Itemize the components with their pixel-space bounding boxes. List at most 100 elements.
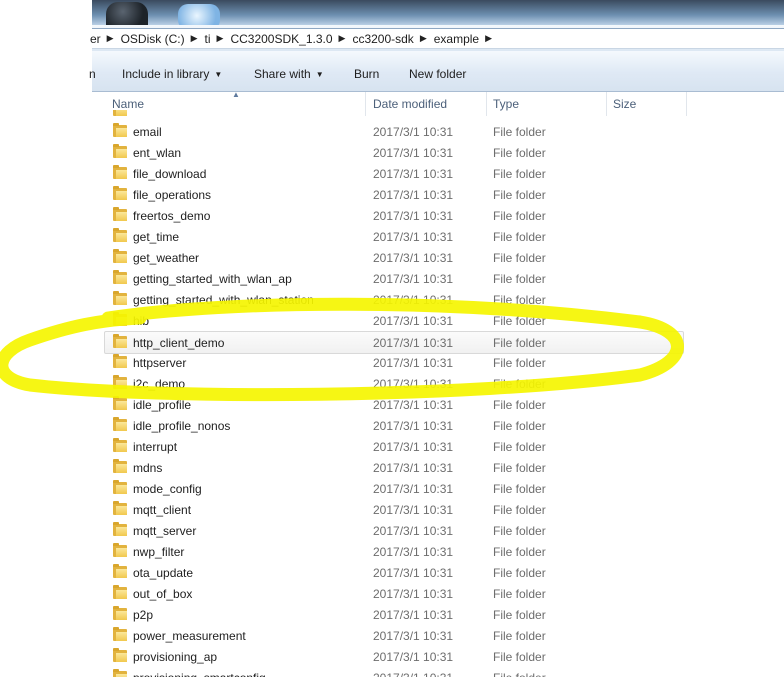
- list-item-date: 2017/3/1 10:31: [373, 167, 454, 181]
- list-item[interactable]: nwp_filter 2017/3/1 10:31 File folder: [105, 541, 683, 562]
- list-item-type: File folder: [493, 188, 546, 202]
- list-item[interactable]: get_time 2017/3/1 10:31 File folder: [105, 226, 683, 247]
- list-item[interactable]: get_weather 2017/3/1 10:31 File folder: [105, 247, 683, 268]
- list-item[interactable]: file_operations 2017/3/1 10:31 File folder: [105, 184, 683, 205]
- list-item-name: getting_started_with_wlan_ap: [133, 272, 292, 286]
- folder-icon: [113, 438, 127, 452]
- list-item-type: File folder: [493, 503, 546, 517]
- folder-icon: [113, 354, 127, 368]
- list-item[interactable]: mqtt_server 2017/3/1 10:31 File folder: [105, 520, 683, 541]
- chevron-right-icon[interactable]: ▶: [485, 33, 492, 44]
- desktop-icon-blob: [178, 4, 220, 25]
- window-title-bar: [92, 0, 784, 25]
- list-item-type: File folder: [493, 230, 546, 244]
- list-item[interactable]: hib 2017/3/1 10:31 File folder: [105, 310, 683, 331]
- caret-down-icon: ▼: [315, 70, 324, 79]
- list-item[interactable]: ent_wlan 2017/3/1 10:31 File folder: [105, 142, 683, 163]
- list-item-type: File folder: [493, 545, 546, 559]
- list-item[interactable]: interrupt 2017/3/1 10:31 File folder: [105, 436, 683, 457]
- column-header-type[interactable]: Type: [493, 97, 519, 111]
- folder-icon: [113, 543, 127, 557]
- list-item-date: 2017/3/1 10:31: [373, 671, 453, 677]
- list-item[interactable]: idle_profile 2017/3/1 10:31 File folder: [105, 394, 683, 415]
- folder-icon: [113, 417, 127, 431]
- breadcrumb-item[interactable]: er: [90, 32, 101, 46]
- list-item[interactable]: p2p 2017/3/1 10:31 File folder: [105, 604, 683, 625]
- list-item-date: 2017/3/1 10:31: [373, 545, 454, 559]
- command-toolbar: n Include in library ▼ Share with ▼ Burn N…: [89, 51, 784, 92]
- folder-icon: [113, 291, 127, 305]
- breadcrumb-item[interactable]: CC3200SDK_1.3.0: [230, 32, 332, 46]
- list-item-type: File folder: [493, 419, 546, 433]
- list-item-date: 2017/3/1 10:31: [373, 461, 454, 475]
- list-item[interactable]: httpserver 2017/3/1 10:31 File folder: [105, 352, 683, 373]
- list-item[interactable]: getting_started_with_wlan_ap 2017/3/1 10:…: [105, 268, 683, 289]
- folder-icon: [113, 459, 127, 473]
- list-item[interactable]: email 2017/3/1 10:31 File folder: [105, 121, 683, 142]
- list-item-date: 2017/3/1 10:31: [373, 608, 454, 622]
- list-item[interactable]: mode_config 2017/3/1 10:31 File folder: [105, 478, 683, 499]
- include-in-library-button[interactable]: Include in library ▼: [122, 67, 222, 81]
- folder-icon: [113, 110, 127, 116]
- list-item-type: File folder: [493, 209, 546, 223]
- list-item[interactable]: power_measurement 2017/3/1 10:31 File fold…: [105, 625, 683, 646]
- share-with-button[interactable]: Share with ▼: [254, 67, 324, 81]
- list-item[interactable]: provisioning_ap 2017/3/1 10:31 File folder: [105, 646, 683, 667]
- list-item-date: 2017/3/1 10:31: [373, 524, 454, 538]
- list-item-name: email: [133, 125, 162, 139]
- list-item[interactable]: ota_update 2017/3/1 10:31 File folder: [105, 562, 683, 583]
- list-item-name: ent_wlan: [133, 146, 182, 160]
- list-item[interactable]: out_of_box 2017/3/1 10:31 File folder: [105, 583, 683, 604]
- breadcrumb-item[interactable]: OSDisk (C:): [121, 32, 185, 46]
- list-item-partial[interactable]: [105, 110, 683, 121]
- folder-icon: [113, 627, 127, 641]
- breadcrumb-item[interactable]: example: [434, 32, 479, 46]
- list-item-name: get_time: [133, 230, 180, 244]
- list-item[interactable]: idle_profile_nonos 2017/3/1 10:31 File fol…: [105, 415, 683, 436]
- folder-icon: [113, 228, 127, 242]
- list-item-date: 2017/3/1 10:31: [373, 272, 454, 286]
- column-header-size[interactable]: Size: [613, 97, 636, 111]
- list-item-type: File folder: [493, 461, 546, 475]
- list-item[interactable]: provisioning_smartconfig 2017/3/1 10:31 Fi…: [105, 667, 683, 677]
- chevron-right-icon[interactable]: ▶: [217, 33, 224, 44]
- list-item-type: File folder: [493, 125, 546, 139]
- chevron-right-icon[interactable]: ▶: [420, 33, 427, 44]
- sort-ascending-icon: ▲: [232, 90, 240, 99]
- include-in-library-label: Include in library: [122, 67, 210, 81]
- list-item-type: File folder: [493, 146, 546, 160]
- folder-icon: [113, 501, 127, 515]
- address-bar[interactable]: er ▶ OSDisk (C:) ▶ ti ▶ CC3200SDK_1.3.0 ▶ cc3200…: [90, 25, 784, 52]
- list-item-type: File folder: [493, 482, 546, 496]
- list-item[interactable]: i2c_demo 2017/3/1 10:31 File folder: [105, 373, 683, 394]
- list-item-name: interrupt: [133, 440, 178, 454]
- list-item[interactable]: http_client_demo 2017/3/1 10:31 File folde…: [104, 331, 684, 354]
- chevron-right-icon[interactable]: ▶: [339, 33, 346, 44]
- list-item[interactable]: mqtt_client 2017/3/1 10:31 File folder: [105, 499, 683, 520]
- folder-icon: [113, 564, 127, 578]
- folder-icon: [113, 480, 127, 494]
- breadcrumb-item[interactable]: cc3200-sdk: [352, 32, 413, 46]
- list-item-type: File folder: [493, 293, 546, 307]
- list-item-date: 2017/3/1 10:31: [373, 587, 454, 601]
- list-item[interactable]: file_download 2017/3/1 10:31 File folder: [105, 163, 683, 184]
- column-header-date-modified[interactable]: Date modified: [373, 97, 447, 111]
- chevron-right-icon[interactable]: ▶: [191, 33, 198, 44]
- list-item-name: p2p: [133, 608, 154, 622]
- list-item[interactable]: mdns 2017/3/1 10:31 File folder: [105, 457, 683, 478]
- breadcrumb[interactable]: er ▶ OSDisk (C:) ▶ ti ▶ CC3200SDK_1.3.0 ▶ cc3200…: [90, 28, 784, 49]
- list-item-date: 2017/3/1 10:31: [373, 293, 454, 307]
- new-folder-button[interactable]: New folder: [409, 67, 466, 81]
- organize-button-fragment[interactable]: n: [89, 67, 96, 81]
- list-item-name: ota_update: [133, 566, 194, 580]
- breadcrumb-item[interactable]: ti: [205, 32, 211, 46]
- caret-down-icon: ▼: [214, 70, 223, 79]
- list-item[interactable]: freertos_demo 2017/3/1 10:31 File folder: [105, 205, 683, 226]
- burn-button[interactable]: Burn: [354, 67, 379, 81]
- chevron-right-icon[interactable]: ▶: [107, 33, 114, 44]
- column-header-name[interactable]: Name: [112, 97, 144, 111]
- list-item-date: 2017/3/1 10:31: [373, 377, 454, 391]
- list-item-date: 2017/3/1 10:31: [373, 146, 454, 160]
- list-item[interactable]: getting_started_with_wlan_station 2017/3/…: [105, 289, 683, 310]
- list-item-type: File folder: [493, 272, 546, 286]
